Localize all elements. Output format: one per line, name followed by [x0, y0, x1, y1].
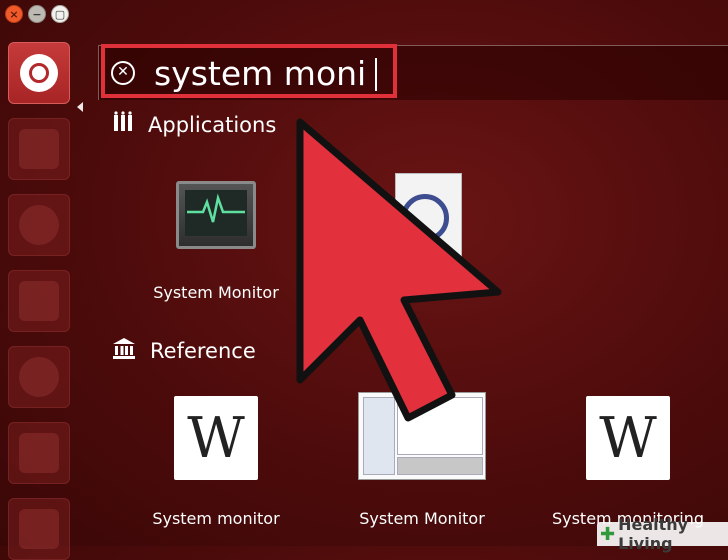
watermark-text: Healthy Living — [618, 515, 689, 553]
plus-icon: ✚ — [600, 523, 616, 545]
watermark: ✚ Healthy Living — [597, 515, 728, 553]
cursor-arrow-icon — [296, 118, 502, 422]
